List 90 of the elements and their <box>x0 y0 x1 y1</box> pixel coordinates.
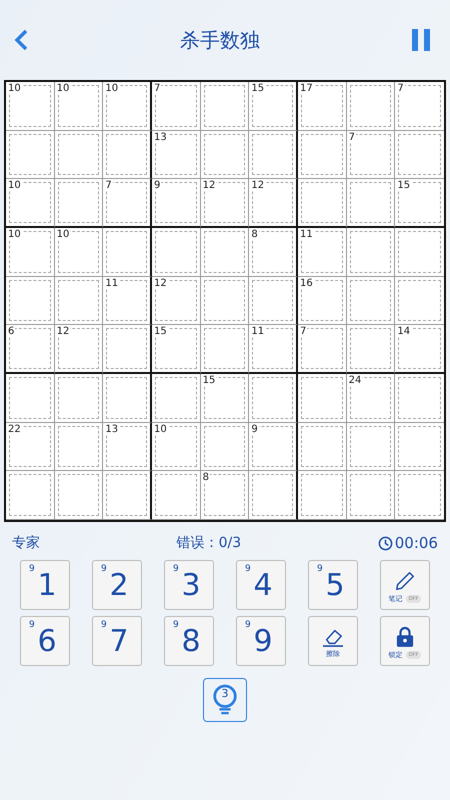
hint-button[interactable]: 3 <box>203 678 247 722</box>
cage-sum: 7 <box>300 326 308 338</box>
grid-cell[interactable] <box>249 130 298 180</box>
cage-sum: 11 <box>105 278 120 289</box>
grid-cell[interactable] <box>54 374 104 423</box>
cage-sum: 8 <box>251 229 259 240</box>
cage-sum: 10 <box>8 180 22 192</box>
grid-cell[interactable] <box>6 130 55 180</box>
clock-icon <box>378 536 393 550</box>
grid-cell[interactable] <box>395 228 444 277</box>
cage-sum: 15 <box>397 180 412 192</box>
grid-cell[interactable] <box>346 228 396 277</box>
cage-sum: 11 <box>251 326 266 338</box>
cage-sum: 15 <box>154 326 168 338</box>
grid-cell[interactable] <box>298 422 347 472</box>
grid-cell[interactable] <box>395 374 444 423</box>
grid-cell[interactable] <box>249 471 298 520</box>
cage-sum: 7 <box>154 83 162 94</box>
cage-sum: 12 <box>202 180 216 192</box>
cage-sum: 24 <box>348 375 362 386</box>
cage-sum: 10 <box>154 424 168 435</box>
grid-cell[interactable] <box>103 471 152 520</box>
cage-sum: 9 <box>154 180 162 192</box>
grid-cell[interactable] <box>6 276 55 326</box>
grid-cell[interactable] <box>103 325 152 374</box>
cage-sum: 13 <box>154 132 168 143</box>
cage-sum: 22 <box>8 424 22 435</box>
grid-cell[interactable] <box>298 179 347 228</box>
grid-cell[interactable] <box>152 471 201 520</box>
grid-cell[interactable] <box>103 228 152 277</box>
grid-cell[interactable] <box>298 130 347 180</box>
grid-cell[interactable] <box>346 276 396 326</box>
grid-cell[interactable] <box>152 228 201 277</box>
cage-sum: 8 <box>202 472 210 484</box>
grid-cell[interactable] <box>54 179 104 228</box>
grid-cell[interactable] <box>103 130 152 180</box>
grid-cell[interactable] <box>200 82 250 131</box>
cage-sum: 7 <box>348 132 356 143</box>
cage-sum: 13 <box>105 424 120 435</box>
grid-cell[interactable] <box>54 276 104 326</box>
difficulty-label: 专家 <box>12 534 40 552</box>
timer-text: 00:06 <box>394 534 438 552</box>
page-title: 杀手数独 <box>180 26 260 54</box>
grid-cell[interactable] <box>346 422 396 472</box>
grid-cell[interactable] <box>6 374 55 423</box>
cage-sum: 17 <box>300 83 314 94</box>
cage-sum: 10 <box>56 229 70 240</box>
cage-sum: 10 <box>8 229 22 240</box>
cage-sum: 12 <box>154 278 168 289</box>
cage-sum: 10 <box>105 83 120 94</box>
grid-cell[interactable] <box>152 374 201 423</box>
cage-sum: 10 <box>8 83 22 94</box>
grid-cell[interactable] <box>200 228 250 277</box>
cage-sum: 12 <box>56 326 70 338</box>
grid-cell[interactable] <box>298 471 347 520</box>
grid-cell[interactable] <box>54 422 104 472</box>
lock-icon <box>396 626 414 648</box>
grid-cell[interactable] <box>346 82 396 131</box>
grid-cell[interactable] <box>200 422 250 472</box>
grid-cell[interactable] <box>249 276 298 326</box>
pause-icon[interactable] <box>412 29 430 51</box>
cage-sum: 15 <box>251 83 266 94</box>
cage-sum: 15 <box>202 375 216 386</box>
cage-sum: 11 <box>300 229 314 240</box>
cage-sum: 14 <box>397 326 412 338</box>
grid-cell[interactable] <box>346 471 396 520</box>
grid-cell[interactable] <box>346 325 396 374</box>
grid-cell[interactable] <box>346 179 396 228</box>
cage-sum: 7 <box>105 180 113 192</box>
grid-cell[interactable] <box>54 130 104 180</box>
eraser-icon <box>321 627 345 647</box>
cage-sum: 16 <box>300 278 314 289</box>
cage-sum: 10 <box>56 83 70 94</box>
cage-sum: 6 <box>8 326 16 338</box>
pencil-icon <box>394 570 416 592</box>
grid-cell[interactable] <box>6 471 55 520</box>
grid-cell[interactable] <box>395 471 444 520</box>
cage-sum: 9 <box>251 424 259 435</box>
grid-cell[interactable] <box>54 471 104 520</box>
grid-cell[interactable] <box>103 374 152 423</box>
cage-sum: 7 <box>397 83 405 94</box>
grid-cell[interactable] <box>249 374 298 423</box>
grid-cell[interactable] <box>200 325 250 374</box>
back-icon[interactable] <box>14 29 28 51</box>
grid-cell[interactable] <box>298 374 347 423</box>
lightbulb-icon <box>211 684 239 716</box>
cage-sum: 12 <box>251 180 266 192</box>
grid-cell[interactable] <box>200 130 250 180</box>
mistakes-counter: 错误：0/3 <box>176 534 242 552</box>
grid-cell[interactable] <box>200 276 250 326</box>
